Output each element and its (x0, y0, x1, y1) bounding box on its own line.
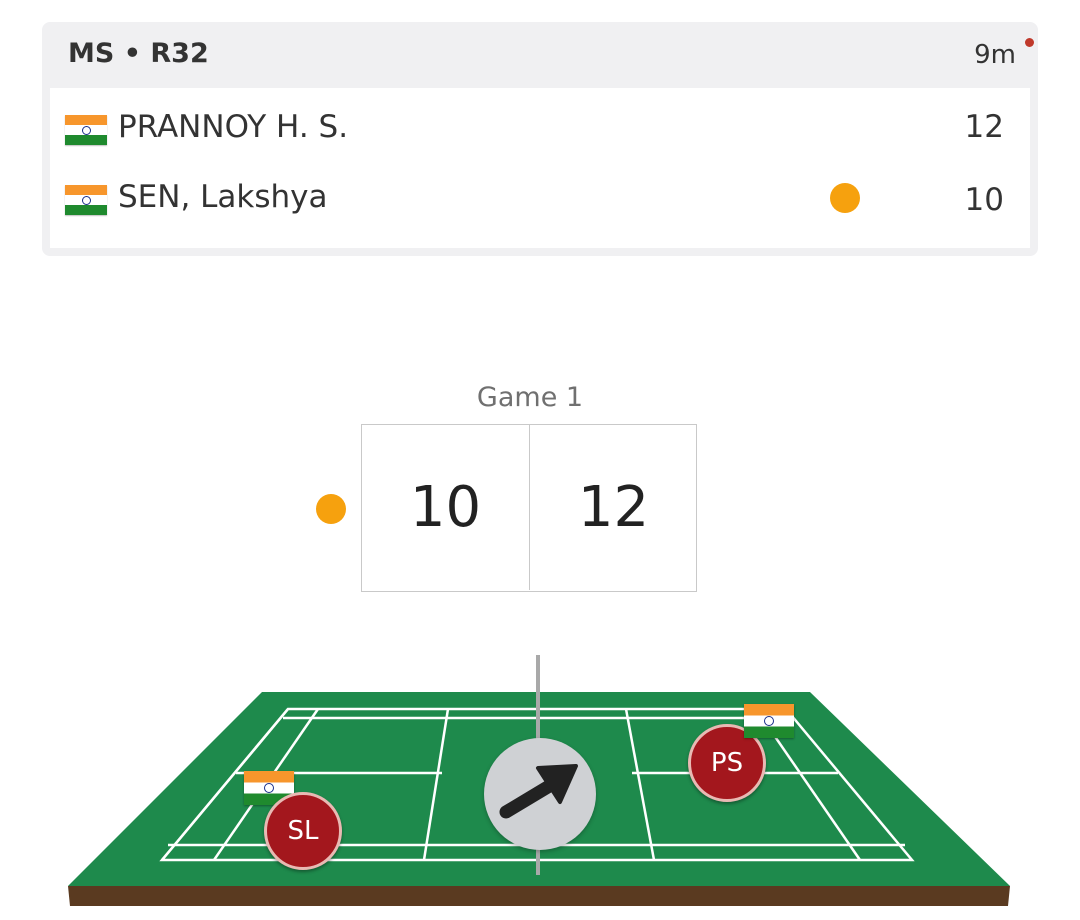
player-name: PRANNOY H. S. (118, 109, 349, 145)
india-flag-icon (744, 704, 794, 738)
right-game-score: 12 (577, 475, 650, 540)
live-indicator-icon (1025, 38, 1034, 47)
player-score: 12 (964, 109, 1004, 145)
match-title: MS • R32 (68, 38, 209, 69)
india-flag-icon (65, 185, 107, 215)
left-game-score: 10 (362, 425, 530, 590)
game-label: Game 1 (476, 382, 584, 413)
player-score: 10 (964, 182, 1004, 218)
arrow-up-right-icon (499, 764, 578, 819)
player-row-sen[interactable]: SEN, Lakshya 10 (50, 158, 1030, 228)
players-list: PRANNOY H. S. 12 SEN, Lakshya 10 (50, 88, 1030, 248)
match-card[interactable]: MS • R32 9m PRANNOY H. S. 12 SEN, Lakshy… (42, 22, 1038, 256)
elapsed-time: 9m (974, 40, 1016, 70)
match-header: MS • R32 9m (42, 22, 1038, 88)
player-marker-sl[interactable]: SL (264, 792, 342, 870)
court-base (68, 886, 1010, 906)
india-flag-icon (65, 115, 107, 145)
player-name: SEN, Lakshya (118, 179, 328, 215)
serving-indicator-icon (830, 183, 860, 213)
serving-indicator-icon (316, 494, 346, 524)
shot-direction-indicator (484, 738, 596, 850)
game-score-table: 10 12 (361, 424, 697, 592)
player-row-prannoy[interactable]: PRANNOY H. S. 12 (50, 88, 1030, 158)
